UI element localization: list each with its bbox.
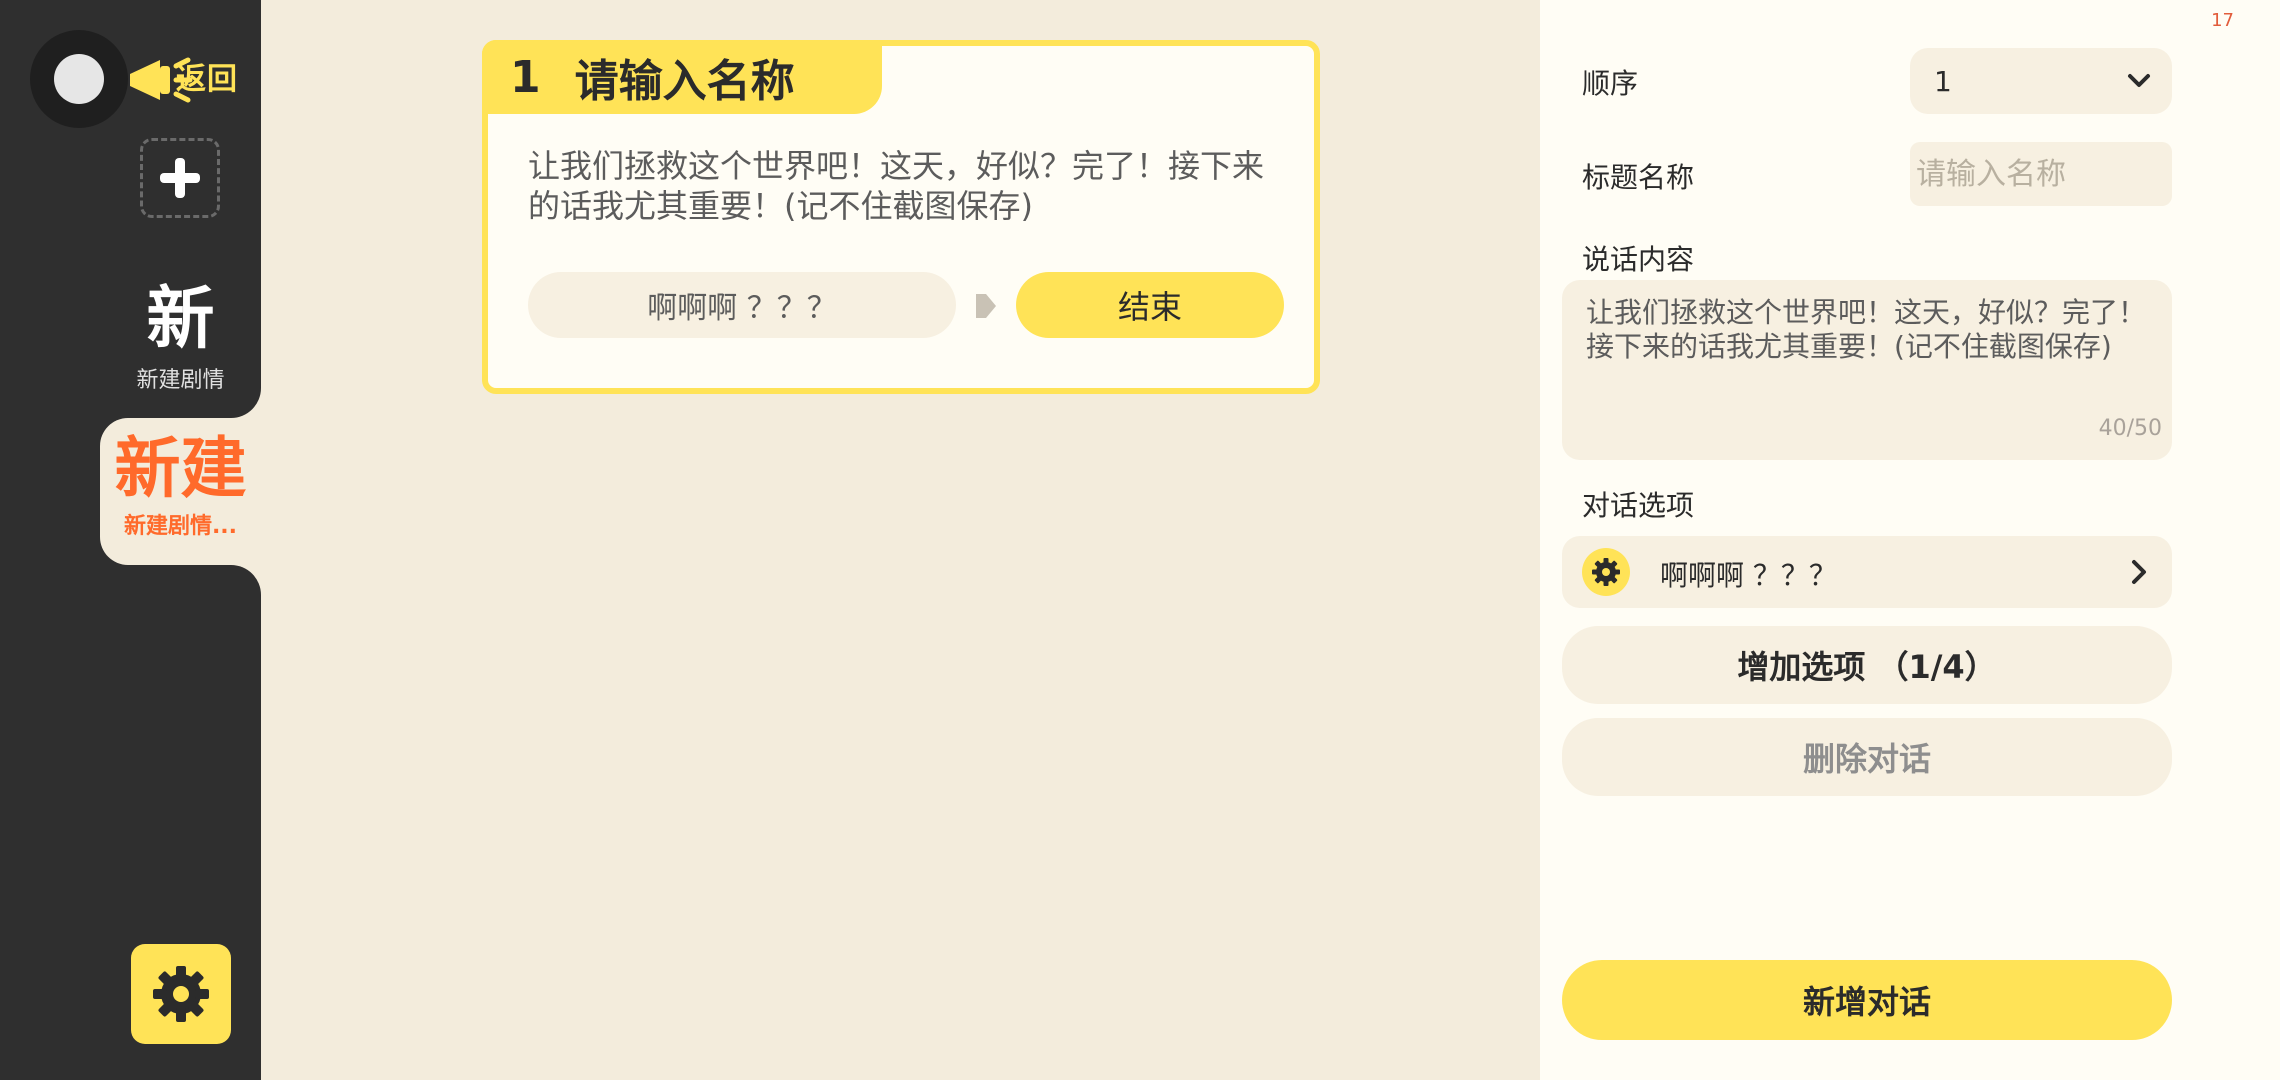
content-textarea[interactable]: 让我们拯救这个世界吧！这天，好似？完了！接下来的话我尤其重要！(记不住截图保存)… [1562, 280, 2172, 460]
story-item-initial: 新建 [114, 430, 247, 507]
content-label: 说话内容 [1582, 243, 1695, 276]
story-item-label: 新建剧情... [123, 514, 238, 539]
order-select[interactable]: 1 [1910, 48, 2172, 114]
gear-icon [1592, 558, 1620, 586]
title-label: 标题名称 [1582, 161, 1695, 194]
option-settings-button[interactable] [1582, 548, 1630, 596]
arrow-right-icon [976, 294, 996, 318]
story-item-active[interactable]: 新建 新建剧情... [100, 418, 261, 565]
order-value: 1 [1934, 64, 1952, 98]
settings-button[interactable] [131, 944, 231, 1044]
active-tab-curve-bottom [231, 565, 261, 595]
joystick-dot-icon [54, 54, 104, 104]
chevron-down-icon [2128, 74, 2150, 87]
add-option-button[interactable]: 增加选项 （1/4） [1562, 626, 2172, 704]
dialog-end-chip[interactable]: 结束 [1016, 272, 1284, 338]
new-dialog-button[interactable]: 新增对话 [1562, 960, 2172, 1040]
chevron-right-icon [2132, 560, 2146, 584]
content-text: 让我们拯救这个世界吧！这天，好似？完了！接下来的话我尤其重要！(记不住截图保存) [1586, 296, 2147, 363]
add-story-button[interactable] [140, 138, 220, 218]
gear-icon [153, 966, 209, 1022]
app-root: 返回 新 新建剧情 新建 新建剧情... 1 请输入名称 让我们拯救这个世界吧！… [0, 0, 2280, 1080]
option-label: 啊啊啊 ？？？ [1660, 559, 1837, 592]
title-input[interactable] [1910, 142, 2172, 206]
story-item-initial: 新 [146, 280, 215, 359]
options-label: 对话选项 [1582, 489, 1695, 522]
option-row[interactable]: 啊啊啊 ？？？ [1562, 536, 2172, 608]
plus-icon [160, 158, 200, 198]
back-button[interactable]: 返回 [30, 30, 245, 128]
delete-dialog-button[interactable]: 删除对话 [1562, 718, 2172, 796]
dialog-card[interactable]: 1 请输入名称 让我们拯救这个世界吧！这天，好似？完了！接下来的话我尤其重要！(… [482, 40, 1320, 394]
story-item[interactable]: 新 新建剧情 [100, 280, 261, 393]
dialog-option-chip[interactable]: 啊啊啊 ？？？ [528, 272, 956, 338]
char-counter: 40/50 [2098, 416, 2162, 441]
dialog-title: 请输入名称 [574, 56, 795, 107]
dialog-text: 让我们拯救这个世界吧！这天，好似？完了！接下来的话我尤其重要！(记不住截图保存) [528, 147, 1265, 225]
properties-panel: 17 顺序 1 标题名称 说话内容 让我们拯救这个世界吧！这天，好似？完了！接下… [1540, 0, 2280, 1080]
back-joystick [30, 30, 128, 128]
corner-counter: 17 [2211, 10, 2234, 31]
active-tab-curve-top [231, 388, 261, 418]
order-label: 顺序 [1582, 67, 1639, 100]
sidebar: 返回 新 新建剧情 新建 新建剧情... [0, 0, 261, 1080]
dialog-index: 1 [510, 51, 541, 103]
back-label: 返回 [176, 62, 238, 97]
dialog-card-header: 1 请输入名称 [482, 40, 882, 114]
